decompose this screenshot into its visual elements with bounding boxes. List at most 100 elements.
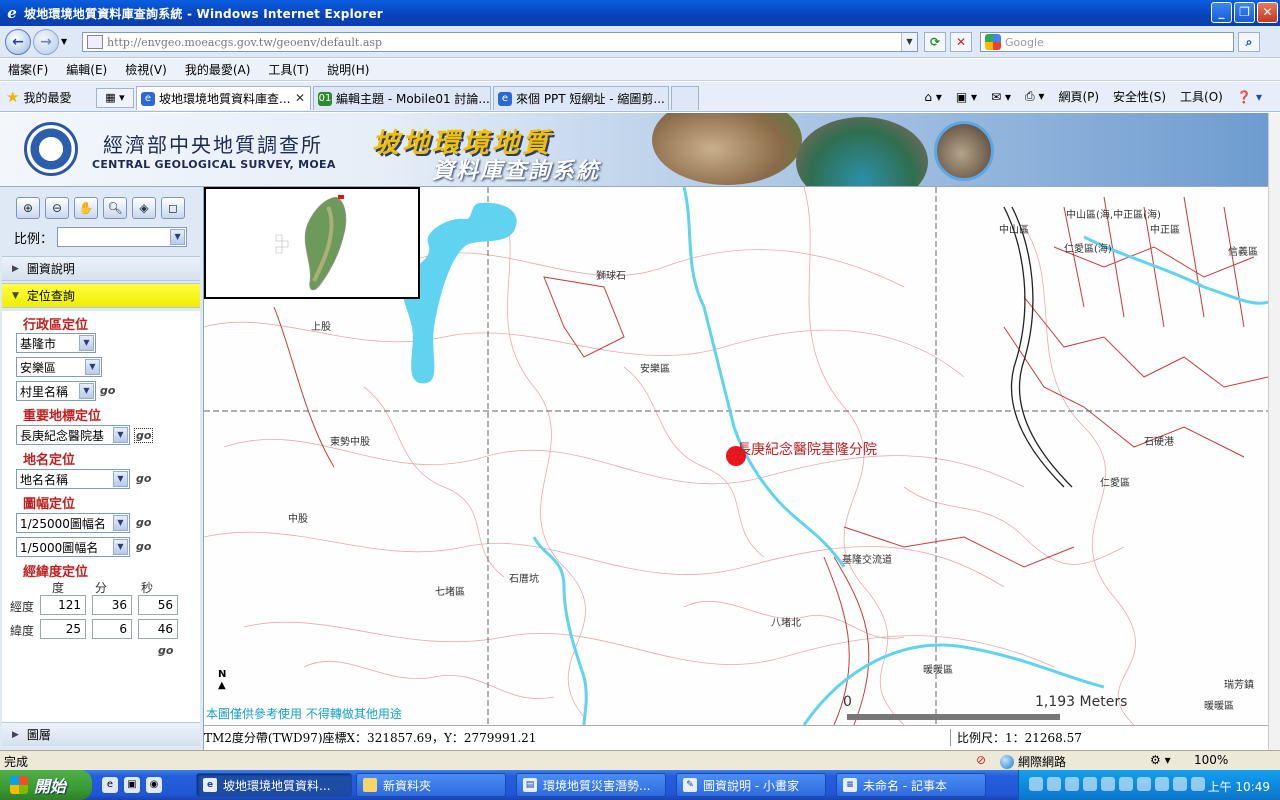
desktop-icon[interactable]: ▣ [124,777,140,793]
tray-icon[interactable] [1191,777,1205,791]
lon-label: 經度 [10,600,35,614]
minimize-button[interactable]: _ [1211,2,1232,23]
search-input[interactable]: Google [980,32,1234,52]
chevron-down-icon: ▼ [85,359,100,375]
tray-icon[interactable] [1155,777,1169,791]
lat-second-input[interactable]: 46 [138,619,178,639]
tray-icon[interactable] [1047,777,1061,791]
taskbar-item[interactable]: 新資料夾 [356,773,506,797]
zoom-level[interactable]: 100% [1194,753,1228,767]
full-extent-icon[interactable]: ◈ [132,197,156,219]
menu-file[interactable]: 檔案(F) [8,61,48,78]
clear-icon[interactable]: ◻ [161,197,185,219]
taskbar-item[interactable]: ▤ 環境地質災害潛勢... [516,773,666,797]
scale-selector-row: 比例： ▼ [14,227,188,247]
go-icon[interactable]: go [100,384,115,397]
explorer-icon[interactable]: e [102,777,118,793]
tab-close-icon[interactable]: ✕ [295,91,305,105]
page-scrollbar[interactable] [1268,113,1280,750]
sheet5000-select[interactable]: 1/5000圖幅名 ▼ [16,537,130,557]
tray-icon[interactable] [1173,777,1187,791]
locate-section-header[interactable]: ▼ 定位查詢 [2,283,200,308]
lat-degree-input[interactable]: 25 [40,619,86,639]
menu-favorites[interactable]: 我的最愛(A) [185,61,251,78]
home-icon[interactable]: ⌂ ▾ [924,90,941,104]
tray-icon[interactable] [1137,777,1151,791]
tab-mobile01[interactable]: 01 編輯主題 - Mobile01 討論... [313,86,491,110]
map-place-label: 中山區 [999,225,1029,236]
protected-mode-icon[interactable]: ⚙ ▾ [1150,753,1171,767]
go-icon[interactable]: go [136,516,151,529]
lat-minute-input[interactable]: 6 [92,619,132,639]
city-select[interactable]: 基隆市 ▼ [16,333,96,353]
print-icon[interactable]: ⎙ ▾ [1025,89,1044,104]
tray-icon[interactable] [1065,777,1079,791]
pan-hand-icon[interactable]: ✋ [74,197,98,219]
refresh-button[interactable]: ⟳ [924,32,946,52]
legend-section-header[interactable]: ▶ 圖資說明 [2,256,200,281]
quick-tabs-button[interactable]: ▦ ▾ [96,88,134,108]
taskbar-item[interactable]: ✎ 圖資說明 - 小畫家 [676,773,826,797]
tab-ppt[interactable]: e 來個 PPT 短網址 - 縮圖剪... [493,86,669,110]
tab-geo[interactable]: e 坡地環境地質資料庫查... ✕ [136,86,311,110]
lon-degree-input[interactable]: 121 [40,595,86,615]
history-dropdown-icon[interactable]: ▼ [61,37,67,46]
address-bar[interactable]: http://envgeo.moeacgs.gov.tw/geoenv/defa… [82,32,918,52]
clock[interactable]: 上午 10:49 [1208,778,1270,795]
taiwan-overview-icon [275,195,347,291]
overview-minimap[interactable] [204,187,420,299]
taskbar-item[interactable]: ≡ 未命名 - 記事本 [836,773,986,797]
district-select[interactable]: 安樂區 ▼ [16,357,102,377]
zoom-out-icon[interactable]: ⊖ [45,197,69,219]
map-view[interactable]: 長庚紀念醫院基隆分院 中山區(海,中正區(海) 中山區 仁愛區(海) 中正區 信… [204,187,1268,725]
go-icon[interactable]: go [158,644,173,657]
stop-button[interactable]: ✕ [950,32,972,52]
safety-menu[interactable]: 安全性(S) [1113,88,1166,105]
address-dropdown-icon[interactable]: ▼ [901,33,917,51]
favorites-button[interactable]: ★ 我的最愛 [6,88,71,106]
menu-tools[interactable]: 工具(T) [268,61,309,78]
sheet25000-select[interactable]: 1/25000圖幅名 ▼ [16,513,130,533]
feeds-icon[interactable]: ▣ ▾ [956,90,977,104]
go-icon[interactable]: go [134,428,154,443]
help-icon[interactable]: ❓ ▾ [1237,90,1262,104]
start-button[interactable]: 開始 [0,770,92,800]
tm2-coordinates: TM2度分帶(TWD97)座標X：321857.69，Y：2779991.21 [204,731,537,745]
tray-icon[interactable] [1083,777,1097,791]
menu-edit[interactable]: 編輯(E) [66,61,107,78]
identify-icon[interactable]: 🔍︎ [103,197,127,219]
maximize-button[interactable]: ❐ [1234,2,1255,23]
landmark-select[interactable]: 長庚紀念醫院基 ▼ [16,425,130,445]
media-icon[interactable]: ◉ [146,777,162,793]
mail-icon[interactable]: ✉ ▾ [991,90,1011,104]
menu-bar: 檔案(F) 編輯(E) 檢視(V) 我的最愛(A) 工具(T) 說明(H) [0,59,1280,81]
map-place-label: 中正區 [1150,225,1180,236]
degree-header: 度 [52,581,65,595]
close-button[interactable]: ✕ [1257,2,1278,23]
back-button[interactable]: ← [5,29,31,55]
lon-minute-input[interactable]: 36 [92,595,132,615]
lon-second-input[interactable]: 56 [138,595,178,615]
go-icon[interactable]: go [136,472,151,485]
layers-section-header[interactable]: ▶ 圖層 [2,722,200,746]
taskbar-item[interactable]: e 坡地環境地質資料... [196,773,352,797]
chevron-down-icon: ▼ [113,427,128,443]
tray-icon[interactable] [1119,777,1133,791]
chevron-down-icon: ▼ [113,515,128,531]
forward-button[interactable]: → [33,29,59,55]
tray-icon[interactable] [1101,777,1115,791]
tray-icon[interactable] [1029,777,1043,791]
placename-select[interactable]: 地名名稱 ▼ [16,469,130,489]
taskbar: 開始 e ▣ ◉ e 坡地環境地質資料... 新資料夾 ▤ 環境地質災害潛勢... … [0,770,1280,800]
menu-help[interactable]: 說明(H) [327,61,369,78]
tools-menu[interactable]: 工具(O) [1180,88,1223,105]
village-select[interactable]: 村里名稱 ▼ [16,381,96,401]
zoom-in-icon[interactable]: ⊕ [16,197,40,219]
scale-select[interactable]: ▼ [57,227,188,247]
page-menu[interactable]: 網頁(P) [1058,88,1099,105]
go-icon[interactable]: go [136,540,151,553]
latlon-locate-title: 經緯度定位 [23,565,89,580]
search-button[interactable]: ⌕ [1238,32,1260,52]
new-tab-button[interactable] [671,86,699,110]
menu-view[interactable]: 檢視(V) [125,61,167,78]
